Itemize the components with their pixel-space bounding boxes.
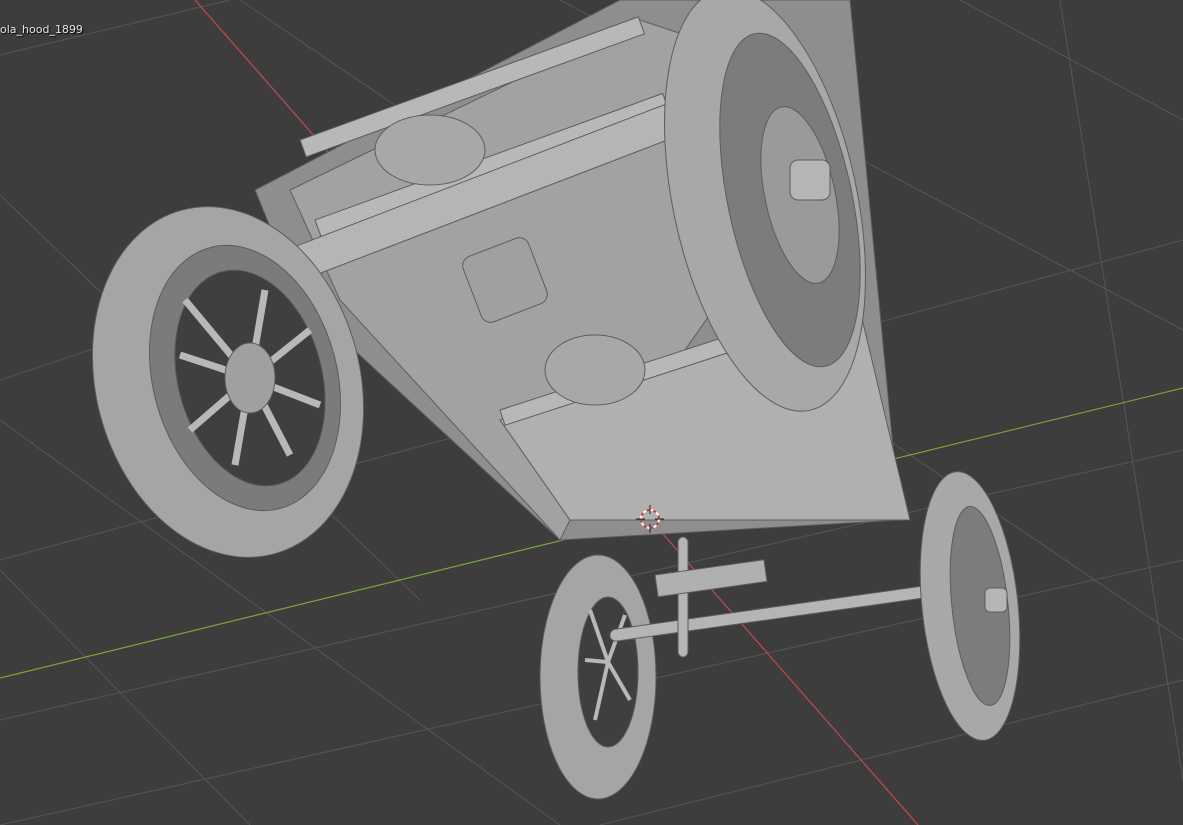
steering-column: [677, 536, 689, 658]
3d-viewport[interactable]: ola_hood_1899: [0, 0, 1183, 825]
engine-drum: [374, 114, 486, 186]
front-left-wheel: [539, 554, 657, 800]
front-plate: [654, 559, 768, 598]
carriage-model[interactable]: [54, 0, 1031, 800]
engine-drum: [544, 334, 646, 406]
scene-canvas[interactable]: [0, 0, 1183, 825]
active-object-name: ola_hood_1899: [0, 23, 83, 36]
